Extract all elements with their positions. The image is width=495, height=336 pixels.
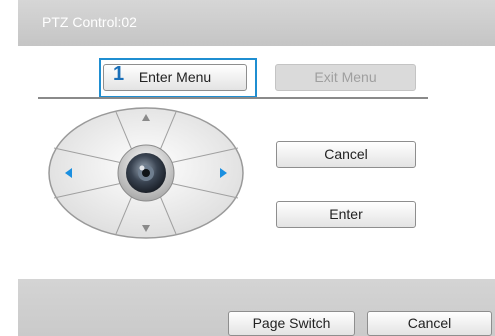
dialog-title: PTZ Control:02 [42, 14, 137, 30]
footer-cancel-button[interactable]: Cancel [367, 311, 492, 336]
separator-line [38, 97, 428, 99]
cancel-button[interactable]: Cancel [276, 141, 416, 168]
page-switch-button[interactable]: Page Switch [228, 311, 355, 336]
enter-button[interactable]: Enter [276, 201, 416, 228]
title-bar: PTZ Control:02 [18, 0, 495, 46]
exit-menu-button[interactable]: Exit Menu [275, 64, 416, 91]
camera-lens-icon[interactable] [117, 144, 175, 202]
ptz-direction-pad [48, 107, 244, 239]
step-number: 1 [113, 63, 125, 85]
